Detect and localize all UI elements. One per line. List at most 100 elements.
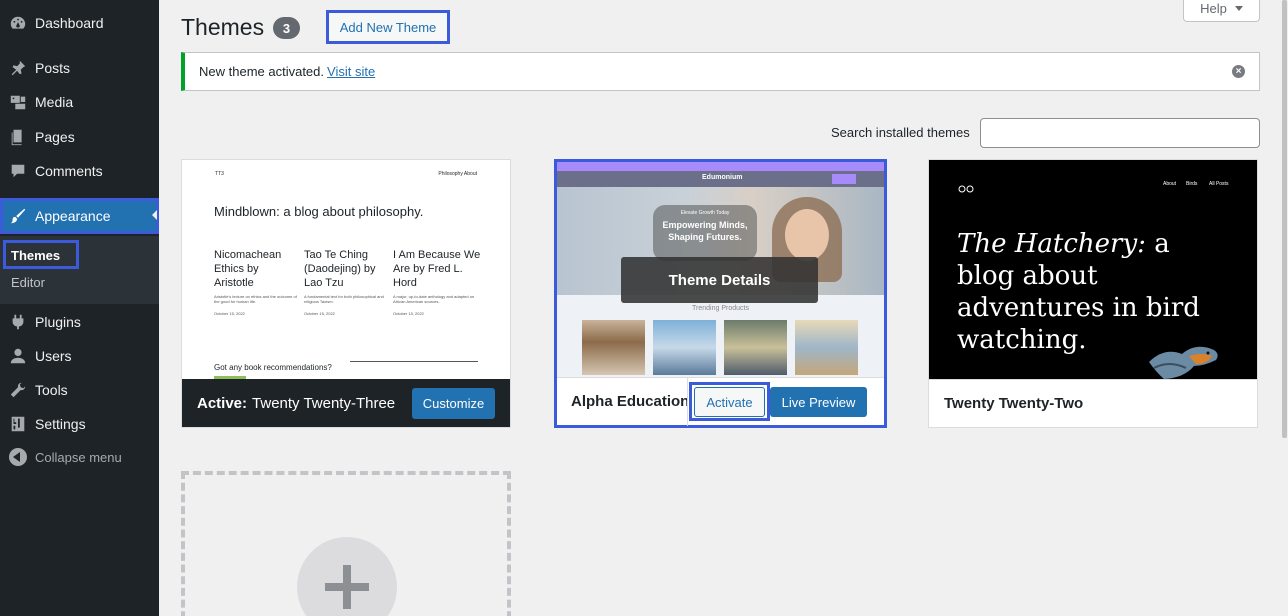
success-notice: New theme activated. Visit site × — [181, 52, 1260, 91]
sidebar-item-pages[interactable]: Pages — [0, 120, 159, 154]
plus-icon — [297, 537, 397, 616]
scrollbar-thumb[interactable] — [1282, 0, 1287, 438]
preview-product-image — [582, 320, 645, 375]
preview-post-date: October 15, 2022 — [214, 311, 245, 316]
theme-card-footer: Active: Twenty Twenty-Three Customize — [182, 379, 510, 427]
theme-details-overlay[interactable]: Theme Details — [621, 257, 818, 303]
preview-bird-illustration — [1144, 332, 1224, 379]
preview-footer-text: Got any book recommendations? — [214, 363, 332, 372]
plug-icon — [8, 312, 28, 332]
preview-headline: Mindblown: a blog about philosophy. — [214, 204, 424, 219]
preview-headline-italic: The Hatchery: — [957, 229, 1146, 259]
theme-screenshot: About Birds All Posts The Hatchery: a bl… — [929, 160, 1257, 379]
sidebar-item-label: Plugins — [35, 314, 81, 330]
notice-text: New theme activated. — [199, 64, 325, 79]
preview-face-shape — [785, 209, 829, 261]
pages-icon — [8, 127, 28, 147]
sidebar-item-label: Posts — [35, 60, 71, 76]
sidebar-item-users[interactable]: Users — [0, 339, 159, 373]
collapse-menu-button[interactable]: Collapse menu — [0, 445, 159, 469]
media-icon — [8, 92, 28, 112]
theme-card-alpha-education[interactable]: Edumonium Elevate Growth Today Empowerin… — [554, 159, 887, 428]
collapse-arrow-icon — [9, 448, 27, 466]
preview-post-excerpt: A fundamental text for both philosophica… — [304, 294, 384, 304]
preview-post-date: October 15, 2022 — [393, 311, 424, 316]
sidebar-item-dashboard[interactable]: Dashboard — [0, 6, 159, 40]
preview-site-title: TT3 — [215, 171, 224, 177]
current-indicator-icon — [152, 210, 157, 220]
preview-divider — [350, 361, 478, 362]
theme-name: Alpha Education — [571, 393, 687, 410]
preview-brand: Edumonium — [702, 174, 743, 181]
preview-product-image — [795, 320, 858, 375]
brush-icon — [8, 206, 28, 226]
preview-nav: Philosophy About — [438, 171, 477, 177]
preview-nav-button — [832, 174, 856, 184]
theme-screenshot: Edumonium Elevate Growth Today Empowerin… — [557, 162, 884, 380]
sidebar-item-label: Appearance — [35, 208, 111, 224]
preview-product-image — [653, 320, 716, 375]
sidebar-item-label: Dashboard — [35, 15, 104, 31]
comment-icon — [8, 161, 28, 181]
preview-post-date: October 15, 2022 — [304, 311, 335, 316]
visit-site-link[interactable]: Visit site — [327, 64, 375, 79]
theme-card-twenty-twenty-two[interactable]: About Birds All Posts The Hatchery: a bl… — [928, 159, 1258, 428]
preview-post-title: Nicomachean Ethics by Aristotle — [214, 249, 282, 289]
settings-icon — [8, 414, 28, 434]
theme-screenshot: TT3 Philosophy About Mindblown: a blog a… — [182, 160, 510, 379]
customize-button[interactable]: Customize — [412, 388, 495, 419]
dismiss-notice-icon[interactable]: × — [1232, 65, 1245, 78]
preview-hero-box: Elevate Growth Today Empowering Minds, S… — [653, 205, 757, 261]
theme-card-footer: Alpha Education Activate Live Preview — [557, 377, 884, 426]
activate-button[interactable]: Activate — [694, 387, 765, 417]
preview-navbar: Edumonium — [557, 171, 884, 187]
footer-divider — [687, 378, 688, 426]
sidebar-item-tools[interactable]: Tools — [0, 373, 159, 407]
add-new-theme-card[interactable] — [181, 471, 511, 616]
help-label: Help — [1200, 1, 1227, 16]
preview-section-title: Trending Products — [692, 305, 749, 312]
page-title: Themes — [181, 14, 265, 40]
preview-nav-item: All Posts — [1209, 181, 1229, 187]
sidebar-item-label: Tools — [35, 382, 68, 398]
sidebar-item-plugins[interactable]: Plugins — [0, 305, 159, 339]
caret-down-icon — [1234, 6, 1243, 11]
preview-post-excerpt: Aristotle's lecture on ethics and the ou… — [214, 294, 297, 304]
preview-product-image — [724, 320, 787, 375]
theme-count-badge: 3 — [273, 17, 300, 39]
sidebar-item-appearance[interactable]: Appearance — [0, 198, 159, 234]
sidebar-item-label: Pages — [35, 129, 75, 145]
sidebar-item-comments[interactable]: Comments — [0, 154, 159, 188]
theme-card-twenty-twenty-three[interactable]: TT3 Philosophy About Mindblown: a blog a… — [181, 159, 511, 428]
preview-hero-heading: Empowering Minds, Shaping Futures. — [662, 220, 748, 242]
preview-post-title: Tao Te Ching (Daodejing) by Lao Tzu — [304, 249, 376, 289]
live-preview-button[interactable]: Live Preview — [770, 387, 867, 417]
search-label: Search installed themes — [831, 125, 970, 140]
admin-sidebar: Dashboard Posts Media Pages Comments App… — [0, 0, 159, 616]
theme-card-footer: Twenty Twenty-Two — [929, 379, 1257, 427]
preview-post-excerpt: A major, up-to-date anthology and adapte… — [393, 294, 475, 304]
theme-name: Twenty Twenty-Three — [252, 394, 396, 412]
active-label: Active: — [197, 394, 248, 412]
sidebar-item-settings[interactable]: Settings — [0, 407, 159, 441]
themes-highlight-box — [3, 240, 79, 269]
sidebar-item-label: Settings — [35, 416, 86, 432]
preview-post-title: I Am Because We Are by Fred L. Hord — [393, 249, 481, 289]
help-tab-button[interactable]: Help — [1183, 0, 1260, 22]
preview-nav-item: About — [1163, 181, 1177, 187]
sidebar-item-label: Media — [35, 94, 74, 110]
search-themes-input[interactable] — [980, 118, 1260, 148]
sidebar-item-media[interactable]: Media — [0, 85, 159, 119]
add-new-theme-button[interactable]: Add New Theme — [326, 10, 450, 44]
pin-icon — [8, 58, 28, 78]
wrench-icon — [8, 380, 28, 400]
dashboard-icon — [8, 13, 28, 33]
submenu-item-editor[interactable]: Editor — [11, 275, 45, 290]
preview-nav-item: Birds — [1186, 181, 1198, 187]
sidebar-item-label: Users — [35, 348, 72, 364]
sidebar-item-posts[interactable]: Posts — [0, 51, 159, 85]
collapse-menu-label: Collapse menu — [35, 449, 122, 465]
preview-logo-icon — [958, 180, 974, 193]
sidebar-item-label: Comments — [35, 163, 103, 179]
preview-topbar — [557, 162, 884, 171]
